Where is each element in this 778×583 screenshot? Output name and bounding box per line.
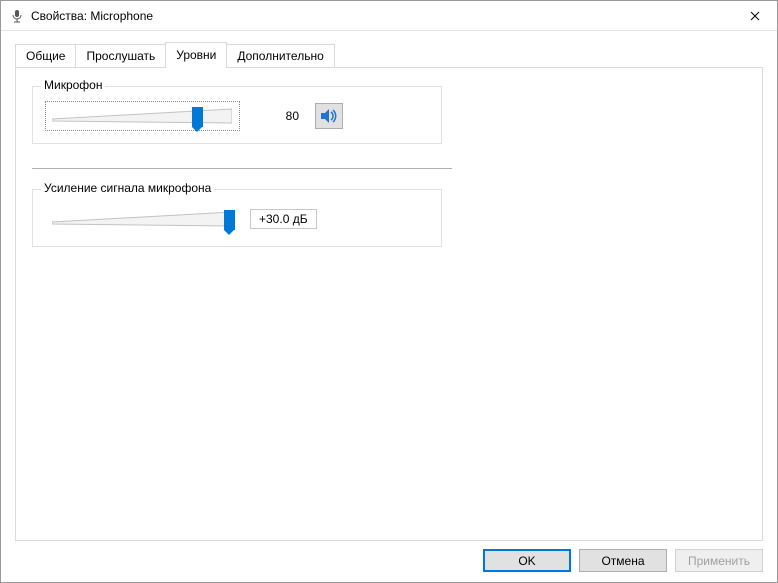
tab-listen[interactable]: Прослушать — [75, 44, 166, 68]
dialog-buttons: OK Отмена Применить — [483, 549, 763, 572]
cancel-button[interactable]: Отмена — [579, 549, 667, 572]
apply-button[interactable]: Применить — [675, 549, 763, 572]
boost-value: +30.0 дБ — [250, 209, 317, 229]
ok-button[interactable]: OK — [483, 549, 571, 572]
separator — [32, 168, 452, 169]
titlebar: Свойства: Microphone — [1, 1, 777, 31]
microphone-slider[interactable] — [45, 101, 240, 131]
tab-panel-levels: Микрофон 80 — [15, 67, 763, 541]
group-microphone: Микрофон 80 — [32, 86, 442, 144]
tab-general[interactable]: Общие — [15, 44, 76, 68]
tab-strip: Общие Прослушать Уровни Дополнительно — [15, 41, 763, 67]
speaker-icon — [320, 108, 338, 124]
client-area: Общие Прослушать Уровни Дополнительно Ми… — [1, 31, 777, 541]
group-boost: Усиление сигнала микрофона +30.0 дБ — [32, 189, 442, 247]
boost-slider-thumb[interactable] — [224, 210, 235, 230]
group-boost-label: Усиление сигнала микрофона — [41, 181, 214, 195]
mute-button[interactable] — [315, 103, 343, 129]
tab-advanced[interactable]: Дополнительно — [226, 44, 334, 68]
window-title: Свойства: Microphone — [31, 9, 732, 23]
microphone-icon — [9, 8, 25, 24]
group-microphone-label: Микрофон — [41, 78, 105, 92]
boost-slider[interactable] — [45, 204, 240, 234]
microphone-value: 80 — [250, 109, 305, 123]
close-button[interactable] — [732, 1, 777, 30]
microphone-slider-thumb[interactable] — [192, 107, 203, 127]
tab-levels[interactable]: Уровни — [165, 42, 227, 68]
